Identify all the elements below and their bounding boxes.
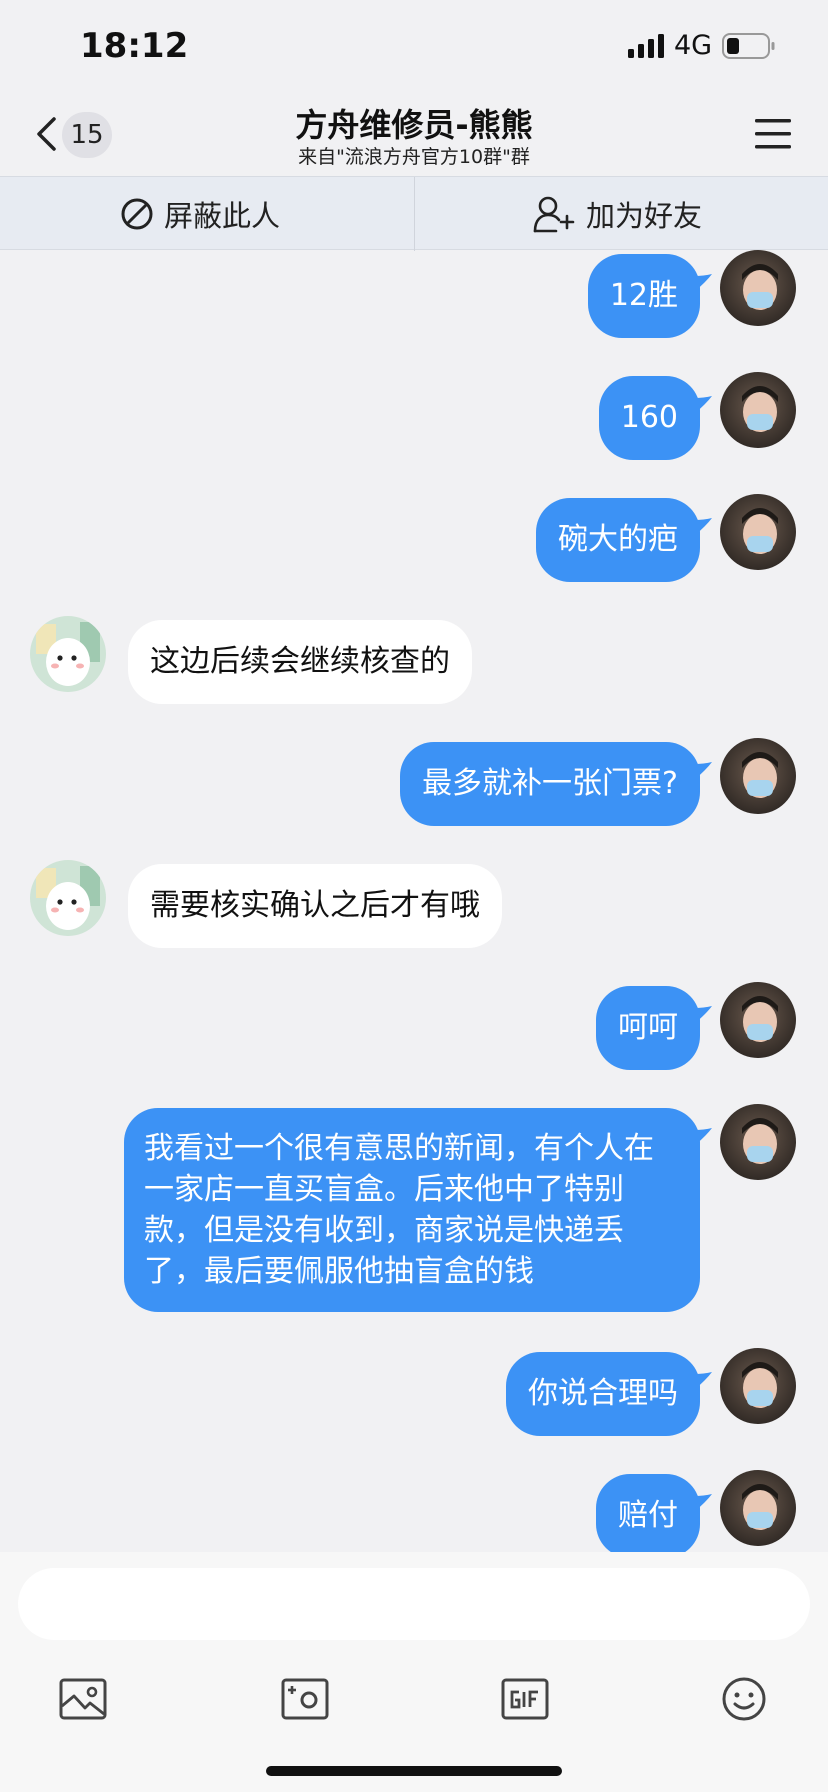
- action-divider: [414, 177, 415, 251]
- block-user-label: 屏蔽此人: [164, 199, 281, 233]
- bubble-tail: [694, 518, 712, 536]
- message-bubble[interactable]: 你说合理吗: [506, 1352, 700, 1436]
- bubble-tail: [694, 274, 712, 292]
- bubble-tail: [694, 1128, 712, 1146]
- message-bubble[interactable]: 我看过一个很有意思的新闻，有个人在一家店一直买盲盒。后来他中了特别款，但是没有收…: [124, 1108, 700, 1312]
- message-row: 160: [0, 372, 828, 460]
- bubble-tail: [694, 762, 712, 780]
- message-row: 赔付: [0, 1470, 828, 1558]
- message-bubble[interactable]: 这边后续会继续核查的: [128, 620, 472, 704]
- chat-title: 方舟维修员-熊熊: [295, 106, 533, 144]
- status-bar: 18:12 4G: [0, 0, 828, 92]
- block-icon: [121, 198, 153, 230]
- avatar[interactable]: [720, 250, 796, 326]
- chevron-left-icon: [37, 117, 56, 151]
- add-friend-button[interactable]: 加为好友: [532, 177, 702, 251]
- message-row: 12胜: [0, 250, 828, 338]
- image-icon[interactable]: [58, 1676, 108, 1722]
- bubble-tail: [694, 396, 712, 414]
- home-indicator: [266, 1766, 562, 1776]
- avatar[interactable]: [30, 860, 106, 936]
- message-input[interactable]: [18, 1568, 810, 1640]
- avatar[interactable]: [720, 1104, 796, 1180]
- battery-icon: [722, 33, 775, 59]
- unread-count-badge: 15: [62, 112, 112, 158]
- message-bubble[interactable]: 最多就补一张门票?: [400, 742, 700, 826]
- message-row: 碗大的疤: [0, 494, 828, 582]
- message-bubble[interactable]: 呵呵: [596, 986, 700, 1070]
- back-button[interactable]: 15: [30, 108, 120, 160]
- network-type: 4G: [674, 30, 713, 61]
- block-user-button[interactable]: 屏蔽此人: [120, 177, 280, 251]
- message-bubble[interactable]: 需要核实确认之后才有哦: [128, 864, 502, 948]
- message-row: 呵呵: [0, 982, 828, 1070]
- nav-bar: 方舟维修员-熊熊 来自"流浪方舟官方10群"群 15: [0, 92, 828, 176]
- bubble-tail: [694, 1494, 712, 1512]
- message-row: 最多就补一张门票?: [0, 738, 828, 826]
- status-time: 18:12: [80, 26, 189, 66]
- avatar[interactable]: [720, 372, 796, 448]
- signal-icon: [628, 34, 664, 58]
- gif-icon[interactable]: [500, 1676, 550, 1722]
- stranger-action-bar: 屏蔽此人 加为好友: [0, 176, 828, 251]
- avatar[interactable]: [720, 1348, 796, 1424]
- message-bubble[interactable]: 赔付: [596, 1474, 700, 1558]
- add-friend-icon: [533, 196, 575, 233]
- avatar[interactable]: [720, 738, 796, 814]
- input-area: [0, 1552, 828, 1792]
- message-row: 你说合理吗: [0, 1348, 828, 1436]
- message-bubble[interactable]: 12胜: [587, 254, 700, 338]
- menu-icon[interactable]: [752, 114, 794, 154]
- avatar[interactable]: [720, 494, 796, 570]
- chat-subtitle: 来自"流浪方舟官方10群"群: [298, 146, 530, 168]
- message-row: 这边后续会继续核查的: [0, 616, 828, 704]
- bubble-tail: [694, 1006, 712, 1024]
- message-bubble[interactable]: 碗大的疤: [536, 498, 700, 582]
- emoji-icon[interactable]: [720, 1676, 768, 1722]
- add-friend-label: 加为好友: [586, 199, 703, 233]
- message-row: 需要核实确认之后才有哦: [0, 860, 828, 948]
- avatar[interactable]: [720, 982, 796, 1058]
- avatar[interactable]: [30, 616, 106, 692]
- avatar[interactable]: [720, 1470, 796, 1546]
- camera-icon[interactable]: [280, 1676, 330, 1722]
- bubble-tail: [694, 1372, 712, 1390]
- chat-screen: 18:12 4G 方舟维修员-熊熊 来自"流浪方舟官方10群"群 15 屏蔽此人…: [0, 0, 828, 1792]
- message-row: 我看过一个很有意思的新闻，有个人在一家店一直买盲盒。后来他中了特别款，但是没有收…: [0, 1104, 828, 1314]
- message-bubble[interactable]: 160: [598, 376, 700, 460]
